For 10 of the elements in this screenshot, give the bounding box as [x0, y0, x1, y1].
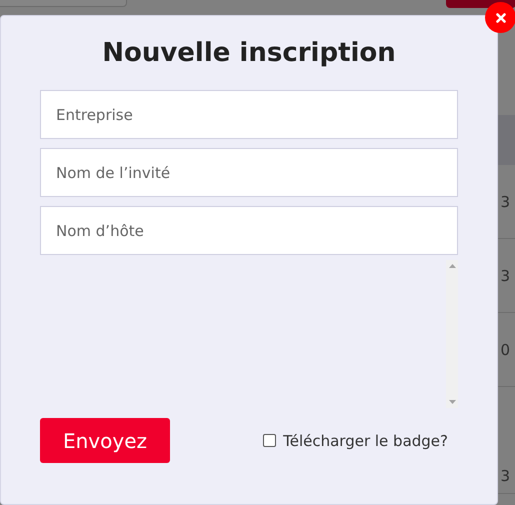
close-icon	[496, 12, 506, 22]
submit-button[interactable]: Envoyez	[40, 418, 170, 463]
input-field[interactable]: Nom de l’invité	[40, 148, 458, 197]
checkbox[interactable]	[263, 434, 276, 447]
input-field[interactable]: Nom d’hôte	[40, 206, 458, 255]
scrollbar[interactable]	[446, 260, 458, 408]
input-field[interactable]: Entreprise	[40, 90, 458, 139]
scroll-up-icon[interactable]	[448, 264, 456, 268]
scroll-down-icon[interactable]	[448, 400, 456, 404]
dialog-title: Nouvelle inscription	[102, 38, 396, 68]
